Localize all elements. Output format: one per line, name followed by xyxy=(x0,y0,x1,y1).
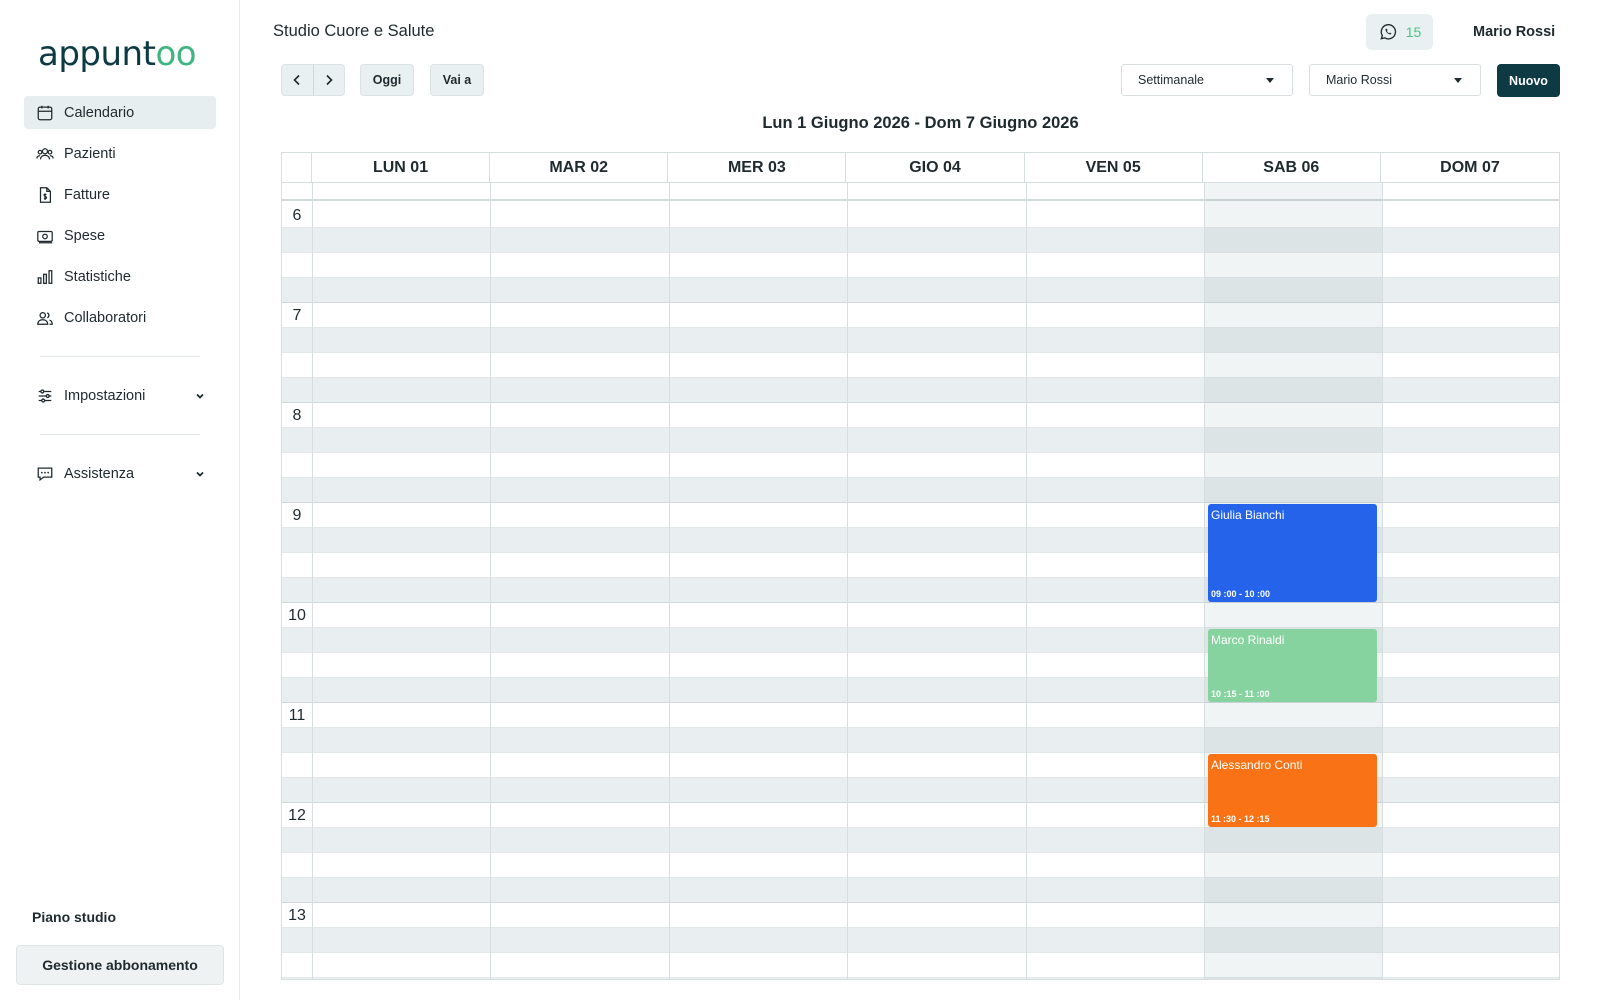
sidebar-item-collaboratori[interactable]: Collaboratori xyxy=(24,301,216,334)
caret-down-icon xyxy=(1454,78,1462,83)
invoice-icon xyxy=(36,186,54,204)
sidebar-item-spese[interactable]: Spese xyxy=(24,219,216,252)
day-column-divider xyxy=(668,183,670,979)
studio-name: Studio Cuore e Salute xyxy=(273,22,435,40)
view-select[interactable]: Settimanale xyxy=(1121,64,1293,96)
chat-icon xyxy=(36,465,54,483)
day-column-divider xyxy=(490,183,492,979)
chevron-right-icon xyxy=(326,74,333,86)
sidebar-item-label: Collaboratori xyxy=(64,309,147,326)
previous-week-button[interactable] xyxy=(282,65,313,95)
chart-icon xyxy=(36,268,54,286)
appointment-time: 11 :30 - 12 :15 xyxy=(1211,814,1270,824)
sidebar-item-label: Calendario xyxy=(64,104,135,121)
time-gutter-header xyxy=(282,153,312,182)
hour-label: 9 xyxy=(292,507,302,524)
appointment-time: 10 :15 - 11 :00 xyxy=(1211,689,1270,699)
day-header[interactable]: MAR 02 xyxy=(490,153,669,182)
goto-date-button[interactable]: Vai a xyxy=(430,64,484,96)
whatsapp-icon xyxy=(1380,24,1396,40)
sidebar-item-statistiche[interactable]: Statistiche xyxy=(24,260,216,293)
sliders-icon xyxy=(36,387,54,405)
day-header[interactable]: LUN 01 xyxy=(312,153,491,182)
day-header[interactable]: MER 03 xyxy=(668,153,847,182)
sidebar-item-label: Statistiche xyxy=(64,268,131,285)
sidebar-item-pazienti[interactable]: Pazienti xyxy=(24,137,216,170)
chevron-left-icon xyxy=(293,74,300,86)
hour-label: 8 xyxy=(292,407,302,424)
day-header[interactable]: GIO 04 xyxy=(846,153,1025,182)
appointment-card[interactable]: Alessandro Conti 11 :30 - 12 :15 xyxy=(1208,754,1378,827)
day-column-divider xyxy=(312,183,313,979)
sidebar-item-label: Assistenza xyxy=(64,465,135,482)
chevron-down-icon[interactable] xyxy=(194,390,206,402)
hour-label: 7 xyxy=(292,307,302,324)
day-header[interactable]: SAB 06 xyxy=(1203,153,1381,182)
calendar-header: LUN 01 MAR 02 MER 03 GIO 04 VEN 05 SAB 0… xyxy=(282,153,1559,183)
sidebar-item-label: Pazienti xyxy=(64,145,116,162)
appointment-card[interactable]: Giulia Bianchi 09 :00 - 10 :00 xyxy=(1208,504,1378,602)
sidebar-item-calendario[interactable]: Calendario xyxy=(24,96,216,129)
hour-label: 13 xyxy=(288,907,306,924)
sidebar-nav: Calendario Pazienti Fatture Spese Statis… xyxy=(24,96,216,498)
hour-label: 6 xyxy=(292,207,302,224)
whatsapp-badge[interactable]: 15 xyxy=(1366,14,1433,50)
day-column-divider xyxy=(847,183,849,979)
users-icon xyxy=(36,145,54,163)
sidebar-item-impostazioni[interactable]: Impostazioni xyxy=(24,379,216,412)
app-logo[interactable]: appuntoo xyxy=(38,34,197,74)
sidebar-divider xyxy=(40,434,200,435)
caret-down-icon xyxy=(1266,78,1274,83)
week-navigation xyxy=(281,64,345,96)
next-week-button[interactable] xyxy=(312,65,345,95)
manage-subscription-button[interactable]: Gestione abbonamento xyxy=(16,945,224,985)
day-header[interactable]: VEN 05 xyxy=(1025,153,1203,182)
sidebar-item-label: Fatture xyxy=(64,186,110,203)
sidebar-item-assistenza[interactable]: Assistenza xyxy=(24,457,216,490)
date-range-title: Lun 1 Giugno 2026 - Dom 7 Giugno 2026 xyxy=(762,114,1079,132)
sidebar: appuntoo Calendario Pazienti Fatture Spe… xyxy=(0,0,240,1000)
hour-label: 10 xyxy=(288,607,306,624)
staff-select-value: Mario Rossi xyxy=(1326,73,1392,87)
hour-label: 11 xyxy=(288,707,306,724)
appointment-patient-name: Giulia Bianchi xyxy=(1211,508,1285,522)
appointment-card[interactable]: Marco Rinaldi 10 :15 - 11 :00 xyxy=(1208,629,1378,702)
calendar-icon xyxy=(36,104,54,122)
chevron-down-icon[interactable] xyxy=(194,468,206,480)
user-menu[interactable]: Mario Rossi xyxy=(1473,24,1555,40)
sidebar-divider xyxy=(40,356,200,357)
hour-label: 12 xyxy=(288,807,306,824)
sidebar-item-label: Spese xyxy=(64,227,106,244)
logo-text: appuntoo xyxy=(38,34,197,74)
today-button[interactable]: Oggi xyxy=(360,64,414,96)
money-icon xyxy=(36,227,54,245)
calendar-grid[interactable]: 6 7 8 9 10 11 12 13 Giulia Bianchi 09 :00 - 10 :0… xyxy=(282,183,1559,979)
appointment-time: 09 :00 - 10 :00 xyxy=(1211,589,1271,599)
view-select-value: Settimanale xyxy=(1138,73,1205,87)
plan-title: Piano studio xyxy=(32,909,116,925)
appointment-patient-name: Marco Rinaldi xyxy=(1211,633,1285,647)
week-calendar: LUN 01 MAR 02 MER 03 GIO 04 VEN 05 SAB 0… xyxy=(281,152,1560,980)
appointment-patient-name: Alessandro Conti xyxy=(1211,758,1303,772)
whatsapp-count: 15 xyxy=(1405,24,1422,40)
sidebar-item-label: Impostazioni xyxy=(64,387,146,404)
new-appointment-button[interactable]: Nuovo xyxy=(1497,64,1560,97)
day-column-divider xyxy=(1204,183,1205,979)
collaborators-icon xyxy=(36,309,54,327)
day-header[interactable]: DOM 07 xyxy=(1381,153,1559,182)
staff-select[interactable]: Mario Rossi xyxy=(1309,64,1481,96)
day-column-divider xyxy=(1382,183,1384,979)
day-column-divider xyxy=(1025,183,1027,979)
sidebar-item-fatture[interactable]: Fatture xyxy=(24,178,216,211)
